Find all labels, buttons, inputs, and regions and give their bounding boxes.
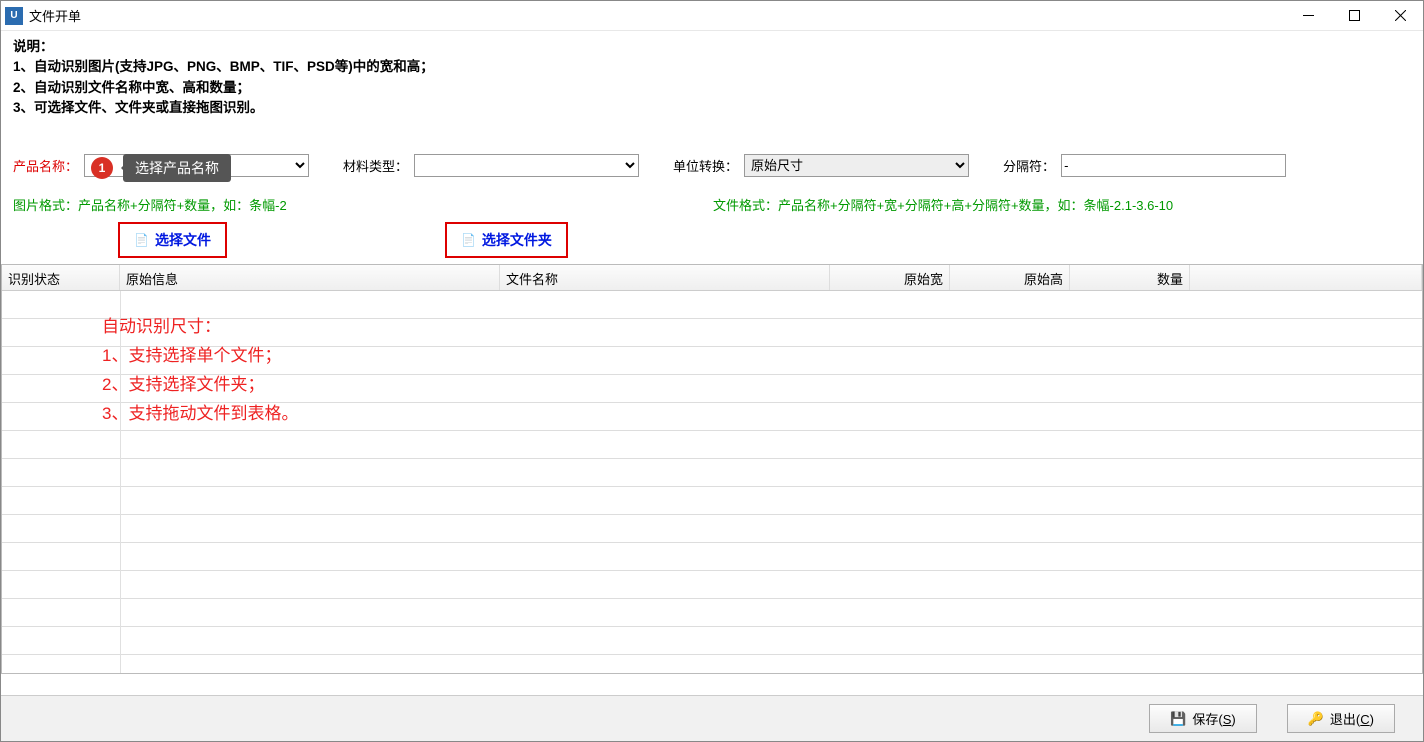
column-original[interactable]: 原始信息	[120, 265, 500, 290]
description-line-2: 2、自动识别文件名称中宽、高和数量；	[13, 78, 1411, 98]
separator-input[interactable]	[1061, 154, 1286, 177]
folder-select-icon: 📄	[461, 233, 476, 247]
select-file-button[interactable]: 📄 选择文件	[118, 222, 227, 258]
exit-icon: 🔑	[1308, 711, 1324, 727]
material-type-label: 材料类型：	[343, 156, 408, 175]
overlay-line-2: 2、支持选择文件夹；	[102, 371, 298, 400]
unit-conv-label: 单位转换：	[673, 156, 738, 175]
select-file-label: 选择文件	[155, 230, 211, 250]
callout-tooltip: 1 选择产品名称	[91, 154, 231, 182]
column-spacer	[1190, 265, 1422, 290]
overlay-title: 自动识别尺寸：	[102, 313, 298, 342]
save-label: 保存(S)	[1192, 709, 1235, 728]
data-table: 识别状态 原始信息 文件名称 原始宽 原始高 数量 自动识别尺寸： 1、支持选择…	[1, 264, 1423, 674]
description-block: 说明： 1、自动识别图片(支持JPG、PNG、BMP、TIF、PSD等)中的宽和…	[13, 37, 1411, 118]
maximize-icon	[1349, 10, 1360, 21]
button-row: 📄 选择文件 📄 选择文件夹	[13, 222, 1411, 258]
separator-label: 分隔符：	[1003, 156, 1055, 175]
column-filename[interactable]: 文件名称	[500, 265, 830, 290]
table-body[interactable]: 自动识别尺寸： 1、支持选择单个文件； 2、支持选择文件夹； 3、支持拖动文件到…	[2, 291, 1422, 673]
maximize-button[interactable]	[1331, 1, 1377, 31]
column-qty[interactable]: 数量	[1070, 265, 1190, 290]
column-status[interactable]: 识别状态	[2, 265, 120, 290]
overlay-line-3: 3、支持拖动文件到表格。	[102, 400, 298, 429]
file-format-hint: 文件格式：产品名称+分隔符+宽+分隔符+高+分隔符+数量，如：条幅-2.1-3.…	[713, 195, 1173, 214]
material-type-select[interactable]	[414, 154, 639, 177]
app-icon: U	[5, 7, 23, 25]
product-name-label: 产品名称：	[13, 156, 78, 175]
minimize-icon	[1303, 10, 1314, 21]
window-title: 文件开单	[29, 6, 81, 25]
overlay-line-1: 1、支持选择单个文件；	[102, 342, 298, 371]
save-icon: 💾	[1170, 711, 1186, 727]
save-button[interactable]: 💾 保存(S)	[1149, 704, 1257, 733]
image-format-hint: 图片格式：产品名称+分隔符+数量，如：条幅-2	[13, 195, 713, 214]
table-overlay-help: 自动识别尺寸： 1、支持选择单个文件； 2、支持选择文件夹； 3、支持拖动文件到…	[102, 313, 298, 429]
callout-badge: 1	[91, 157, 113, 179]
close-icon	[1395, 10, 1406, 21]
table-header: 识别状态 原始信息 文件名称 原始宽 原始高 数量	[2, 265, 1422, 291]
select-folder-label: 选择文件夹	[482, 230, 552, 250]
file-select-icon: 📄	[134, 233, 149, 247]
description-line-1: 1、自动识别图片(支持JPG、PNG、BMP、TIF、PSD等)中的宽和高；	[13, 57, 1411, 77]
unit-conv-select[interactable]: 原始尺寸	[744, 154, 969, 177]
minimize-button[interactable]	[1285, 1, 1331, 31]
select-folder-button[interactable]: 📄 选择文件夹	[445, 222, 568, 258]
exit-button[interactable]: 🔑 退出(C)	[1287, 704, 1395, 733]
description-line-3: 3、可选择文件、文件夹或直接拖图识别。	[13, 98, 1411, 118]
column-width[interactable]: 原始宽	[830, 265, 950, 290]
hints-row: 图片格式：产品名称+分隔符+数量，如：条幅-2 文件格式：产品名称+分隔符+宽+…	[13, 195, 1411, 214]
exit-label: 退出(C)	[1330, 709, 1374, 728]
close-button[interactable]	[1377, 1, 1423, 31]
footer-bar: 💾 保存(S) 🔑 退出(C)	[1, 695, 1423, 741]
callout-text: 选择产品名称	[123, 154, 231, 182]
column-height[interactable]: 原始高	[950, 265, 1070, 290]
title-bar: U 文件开单	[1, 1, 1423, 31]
description-heading: 说明：	[13, 37, 1411, 57]
